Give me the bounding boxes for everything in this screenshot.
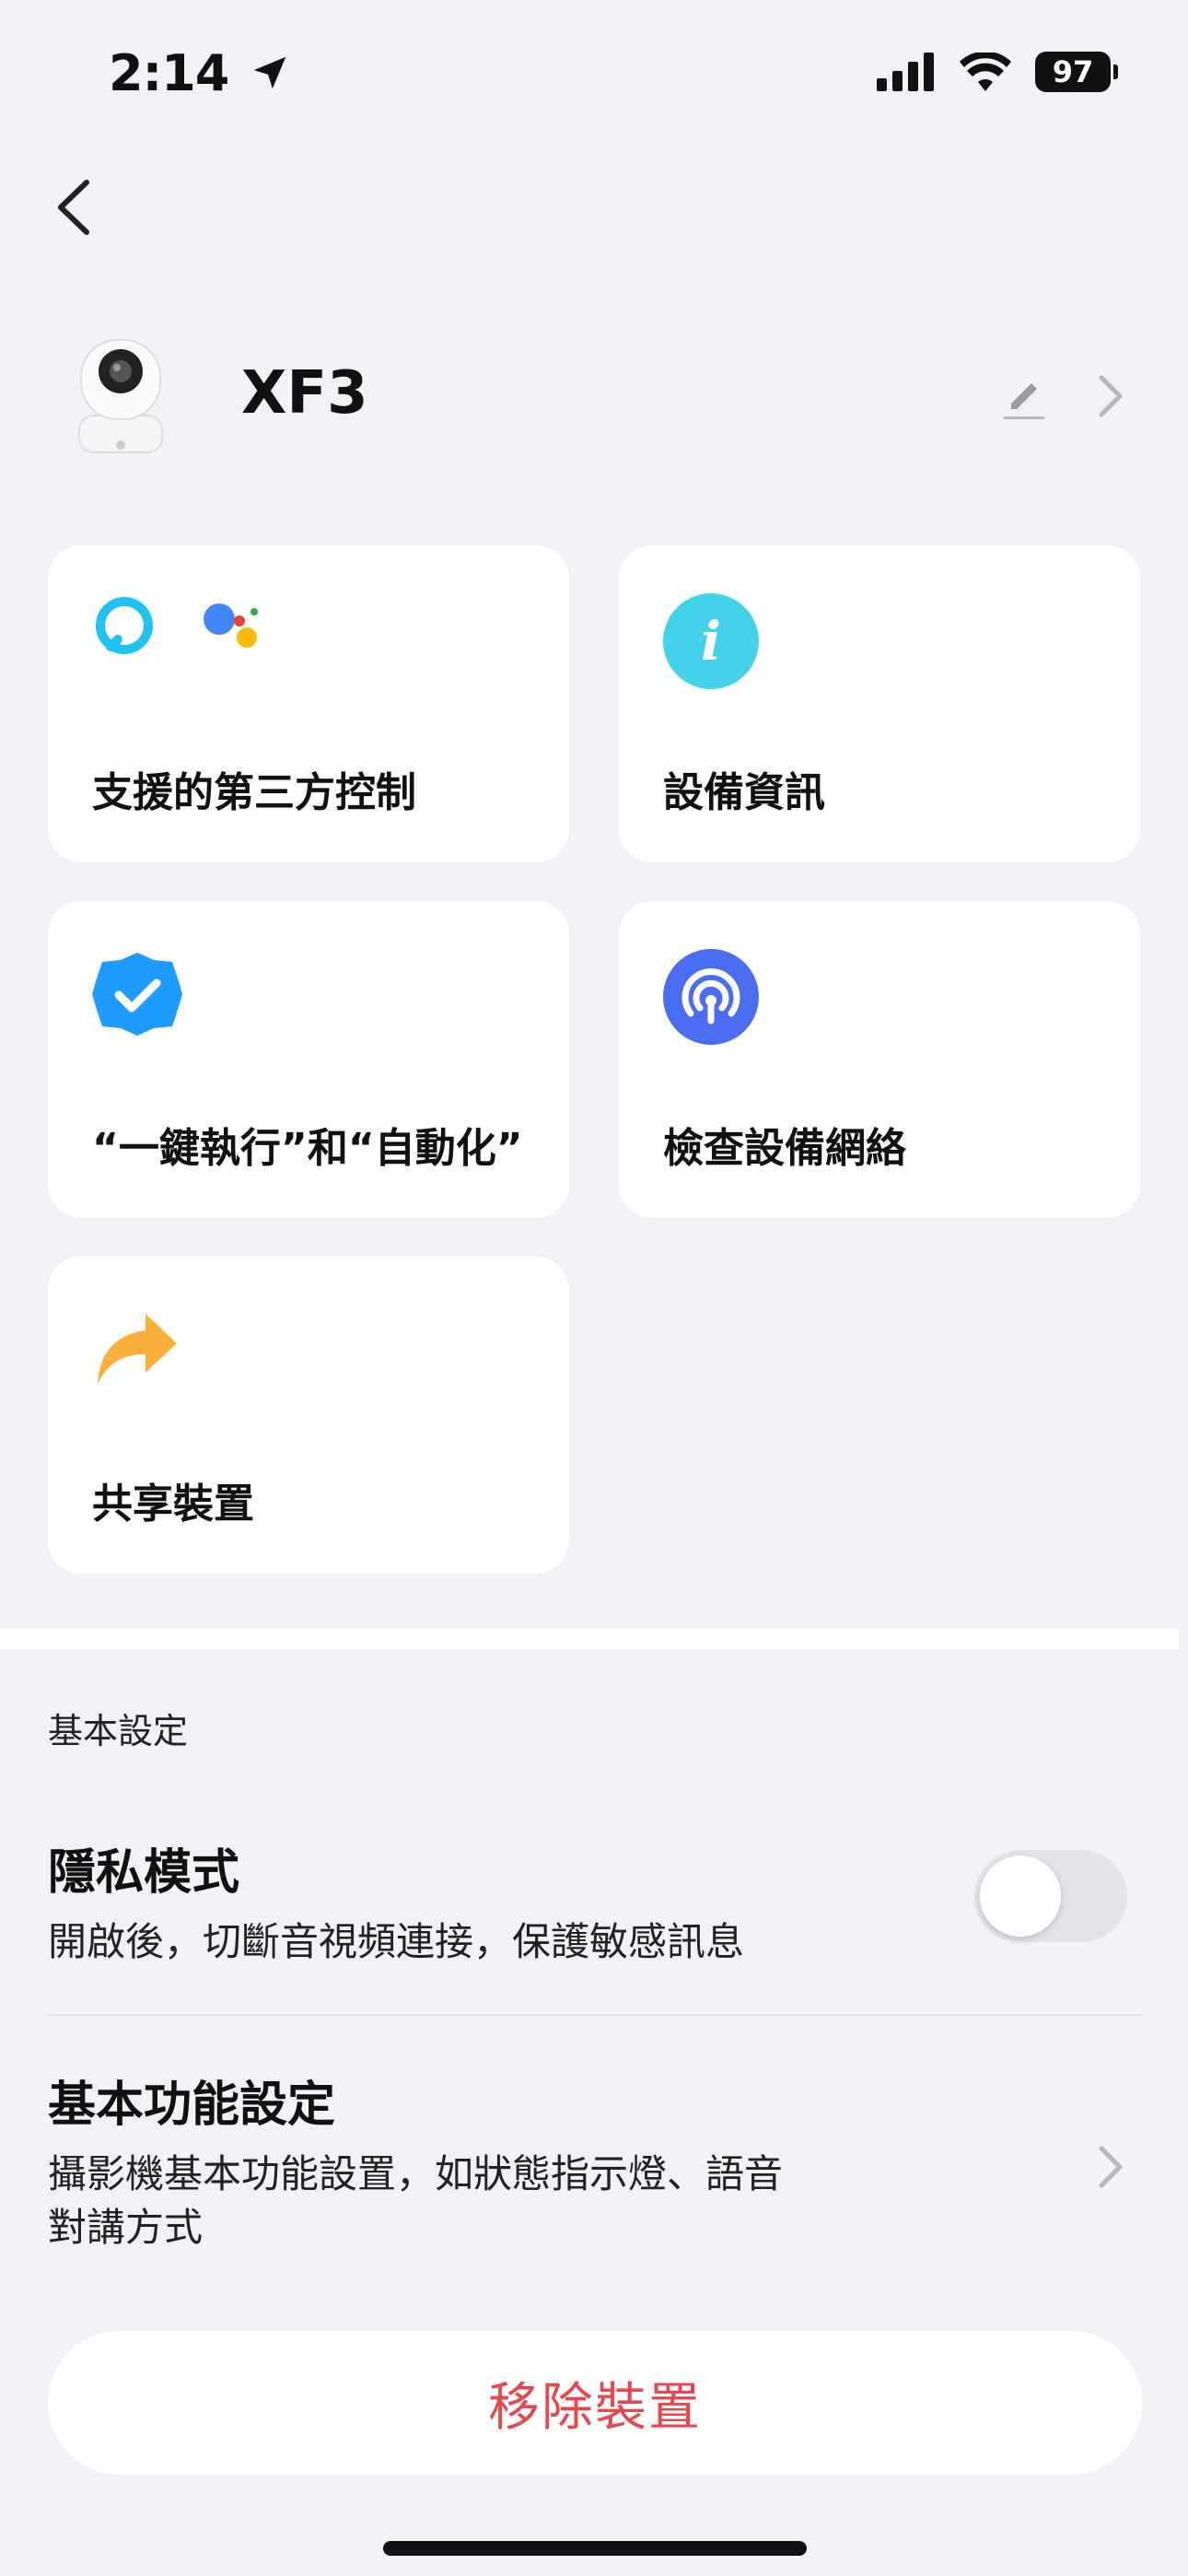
alexa-icon: [96, 597, 153, 654]
privacy-mode-row: 隱私模式 開啟後，切斷音視頻連接，保護敏感訊息: [48, 1833, 744, 1969]
status-time: 2:14: [109, 44, 291, 102]
card-label: “一鍵執行”和“自動化”: [92, 1125, 523, 1172]
row-separator: [48, 2014, 1142, 2016]
svg-text:i: i: [701, 610, 721, 673]
pencil-icon: [1004, 383, 1044, 419]
card-label: 設備資訊: [663, 769, 825, 816]
chevron-left-icon: [58, 180, 89, 235]
device-name: XF3: [241, 359, 368, 427]
share-arrow-icon: [98, 1314, 177, 1384]
privacy-mode-subtitle: 開啟後，切斷音視頻連接，保護敏感訊息: [48, 1919, 745, 1964]
remove-device-button[interactable]: 移除裝置: [48, 2331, 1142, 2475]
automation-card[interactable]: “一鍵執行”和“自動化”: [48, 901, 569, 1218]
wifi-icon: [960, 53, 1011, 91]
chevron-right-icon: [1099, 2146, 1123, 2188]
edit-name-button[interactable]: [998, 369, 1050, 424]
card-label: 共享裝置: [92, 1481, 254, 1528]
basic-function-settings-row[interactable]: 基本功能設定 攝影機基本功能設置，如狀態指示燈、語音 對講方式: [48, 2066, 1142, 2268]
third-party-control-card[interactable]: 支援的第三方控制: [48, 545, 569, 862]
check-badge-icon: [92, 953, 182, 1036]
basic-function-title: 基本功能設定: [48, 2078, 336, 2133]
card-label: 支援的第三方控制: [92, 769, 416, 816]
network-signal-icon: [663, 949, 759, 1045]
location-arrow-icon: [253, 56, 286, 89]
check-network-card[interactable]: 檢查設備網絡: [619, 901, 1140, 1218]
basic-function-subtitle-line2: 對講方式: [48, 2205, 204, 2250]
section-divider: [0, 1629, 1179, 1649]
card-label: 檢查設備網絡: [663, 1125, 906, 1172]
toggle-knob: [980, 1856, 1061, 1937]
section-title: 基本設定: [48, 1711, 189, 1751]
third-party-icons: [92, 593, 269, 658]
home-indicator: [383, 2541, 807, 2556]
google-assistant-icon: [204, 603, 258, 648]
camera-device-image: [70, 336, 171, 456]
cellular-signal-icon: [877, 53, 934, 91]
privacy-mode-toggle[interactable]: [974, 1850, 1127, 1942]
basic-function-subtitle-line1: 攝影機基本功能設置，如狀態指示燈、語音: [48, 2151, 784, 2196]
share-device-card[interactable]: 共享裝置: [48, 1257, 569, 1574]
device-info-card[interactable]: i 設備資訊: [619, 545, 1140, 862]
info-icon: i: [663, 593, 759, 689]
privacy-mode-title: 隱私模式: [48, 1845, 240, 1901]
battery-indicator: 97: [1035, 52, 1118, 92]
device-detail-chevron[interactable]: [1092, 372, 1129, 420]
back-button[interactable]: [48, 175, 103, 240]
chevron-right-icon: [1099, 375, 1123, 417]
status-indicators: 97: [877, 52, 1118, 92]
